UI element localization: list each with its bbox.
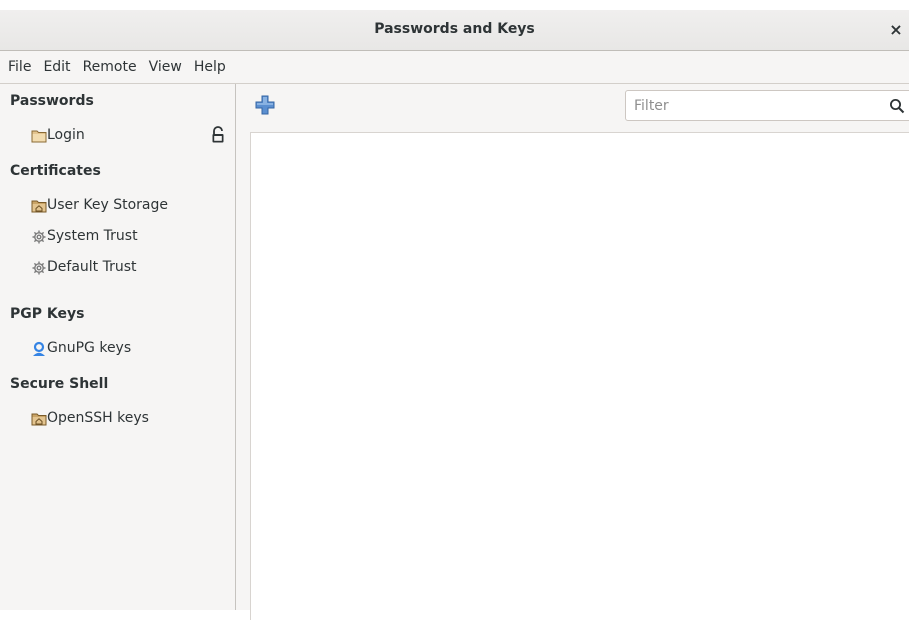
home-folder-icon <box>31 200 47 213</box>
title-bar: Passwords and Keys × <box>0 10 909 51</box>
section-secure-shell: Secure Shell <box>10 376 109 392</box>
window-title: Passwords and Keys <box>374 21 535 37</box>
section-pgp-keys: PGP Keys <box>10 306 85 322</box>
sidebar: Passwords Login Certificates User Key St… <box>0 84 236 610</box>
menu-view[interactable]: View <box>143 59 188 75</box>
sidebar-item-label: User Key Storage <box>47 197 168 213</box>
sidebar-item-label: Login <box>47 127 85 143</box>
menu-file[interactable]: File <box>2 59 37 75</box>
sidebar-item-user-key-storage[interactable]: User Key Storage <box>0 192 235 220</box>
section-certificates: Certificates <box>10 163 101 179</box>
home-folder-icon <box>31 413 47 426</box>
sidebar-item-login[interactable]: Login <box>0 122 235 150</box>
search-icon[interactable] <box>889 98 905 114</box>
app-window: Passwords and Keys × File Edit Remote Vi… <box>0 10 909 620</box>
sidebar-item-label: Default Trust <box>47 259 137 275</box>
sidebar-item-default-trust[interactable]: Default Trust <box>0 254 235 282</box>
toolbar <box>237 84 909 132</box>
section-passwords: Passwords <box>10 93 94 109</box>
sidebar-item-system-trust[interactable]: System Trust <box>0 223 235 251</box>
gear-icon <box>32 230 46 244</box>
person-key-icon <box>33 341 45 356</box>
add-icon[interactable] <box>254 94 276 116</box>
sidebar-item-label: GnuPG keys <box>47 340 132 356</box>
sidebar-item-openssh-keys[interactable]: OpenSSH keys <box>0 405 235 433</box>
menu-remote[interactable]: Remote <box>77 59 143 75</box>
content-pane[interactable] <box>250 132 909 620</box>
gear-icon <box>32 261 46 275</box>
close-button[interactable]: × <box>885 18 907 42</box>
sidebar-item-label: System Trust <box>47 228 138 244</box>
sidebar-item-gnupg-keys[interactable]: GnuPG keys <box>0 335 235 363</box>
menu-help[interactable]: Help <box>188 59 232 75</box>
lock-icon[interactable] <box>211 126 225 144</box>
filter-input[interactable] <box>634 91 874 120</box>
menu-edit[interactable]: Edit <box>37 59 76 75</box>
menu-bar: File Edit Remote View Help <box>0 51 909 84</box>
folder-icon <box>31 130 47 143</box>
filter-box <box>625 90 909 121</box>
sidebar-item-label: OpenSSH keys <box>47 410 149 426</box>
